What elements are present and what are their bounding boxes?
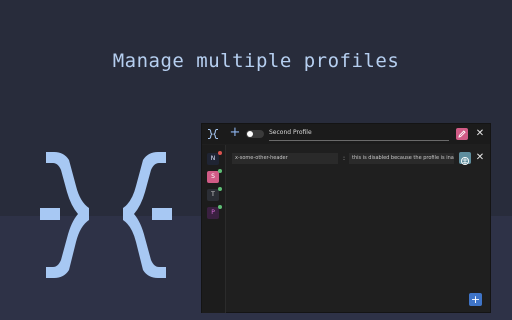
- profile-tab[interactable]: P: [207, 207, 219, 219]
- toggle-knob: [247, 131, 253, 137]
- profile-status-dot: [218, 151, 222, 155]
- add-header-button[interactable]: +: [469, 293, 482, 306]
- top-bar: + Second Profile ✕: [202, 124, 490, 144]
- profile-status-dot: [218, 169, 222, 173]
- app-logo-small-icon: [208, 129, 218, 139]
- profile-tab[interactable]: T: [207, 189, 219, 201]
- headline: Manage multiple profiles: [112, 50, 400, 72]
- header-separator: :: [342, 155, 346, 162]
- profile-enabled-toggle[interactable]: [246, 130, 264, 138]
- delete-header-button[interactable]: ✕: [474, 151, 486, 165]
- delete-profile-button[interactable]: ✕: [474, 127, 486, 141]
- header-value-input[interactable]: this is disabled because the profile is …: [349, 153, 454, 164]
- profile-status-dot: [218, 187, 222, 191]
- add-profile-button[interactable]: +: [229, 126, 241, 140]
- brain-icon: [460, 156, 470, 166]
- profiles-sidebar: N S T P: [202, 145, 226, 313]
- profile-tab[interactable]: S: [207, 171, 219, 183]
- profile-status-dot: [218, 205, 222, 209]
- header-row: x-some-other-header : this is disabled b…: [232, 152, 484, 167]
- header-name-input[interactable]: x-some-other-header: [232, 153, 338, 164]
- extension-popup: + Second Profile ✕ N S T P x-some-other-…: [201, 123, 491, 313]
- pencil-icon: [458, 130, 466, 138]
- app-logo-icon: [40, 152, 172, 278]
- profile-name-underline: [269, 140, 449, 141]
- value-options-button[interactable]: [459, 152, 471, 166]
- profile-tab[interactable]: N: [207, 153, 219, 165]
- edit-profile-button[interactable]: [456, 128, 468, 140]
